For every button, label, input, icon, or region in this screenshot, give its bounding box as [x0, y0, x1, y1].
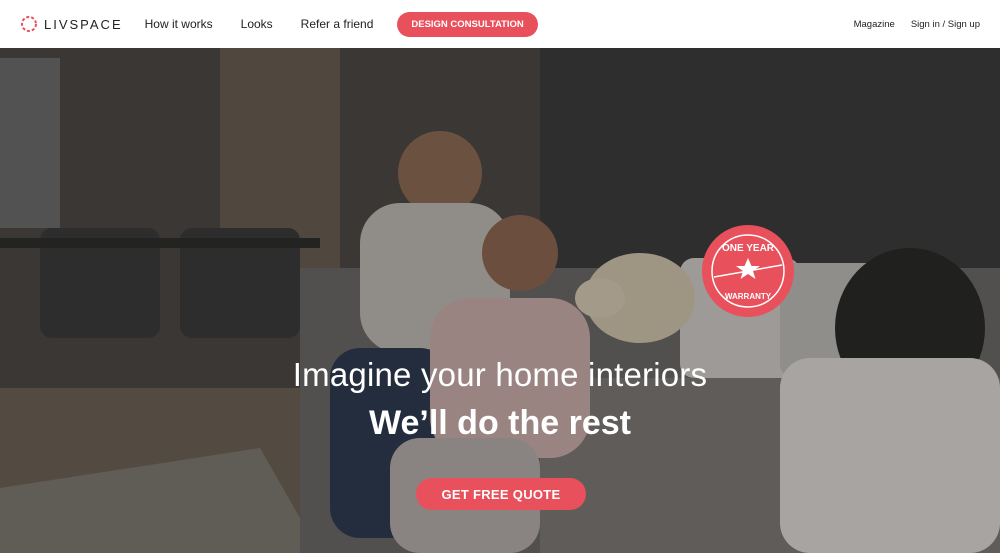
hero-headline: Imagine your home interiors — [292, 356, 708, 393]
signin-link[interactable]: Sign in / Sign up — [911, 19, 980, 30]
nav-right: Magazine Sign in / Sign up — [854, 19, 980, 30]
brand-logo[interactable]: LIVSPACE — [20, 15, 123, 33]
livspace-logo-icon — [21, 16, 37, 32]
nav-refer-a-friend[interactable]: Refer a friend — [301, 17, 374, 31]
magazine-link[interactable]: Magazine — [854, 19, 895, 30]
brand-name: LIVSPACE — [44, 16, 123, 32]
nav-looks[interactable]: Looks — [241, 17, 273, 31]
nav-how-it-works[interactable]: How it works — [145, 17, 213, 31]
top-navbar: LIVSPACE How it works Looks Refer a frie… — [0, 0, 1000, 48]
badge-bottom-text: WARRANTY — [725, 292, 772, 301]
design-consultation-button[interactable]: DESIGN CONSULTATION — [397, 11, 538, 37]
hero-subheadline: We’ll do the rest — [369, 404, 631, 442]
one-year-warranty-badge: ONE YEAR WARRANTY — [702, 225, 794, 317]
get-free-quote-button[interactable]: GET FREE QUOTE — [416, 478, 586, 510]
badge-top-text: ONE YEAR — [722, 243, 775, 254]
